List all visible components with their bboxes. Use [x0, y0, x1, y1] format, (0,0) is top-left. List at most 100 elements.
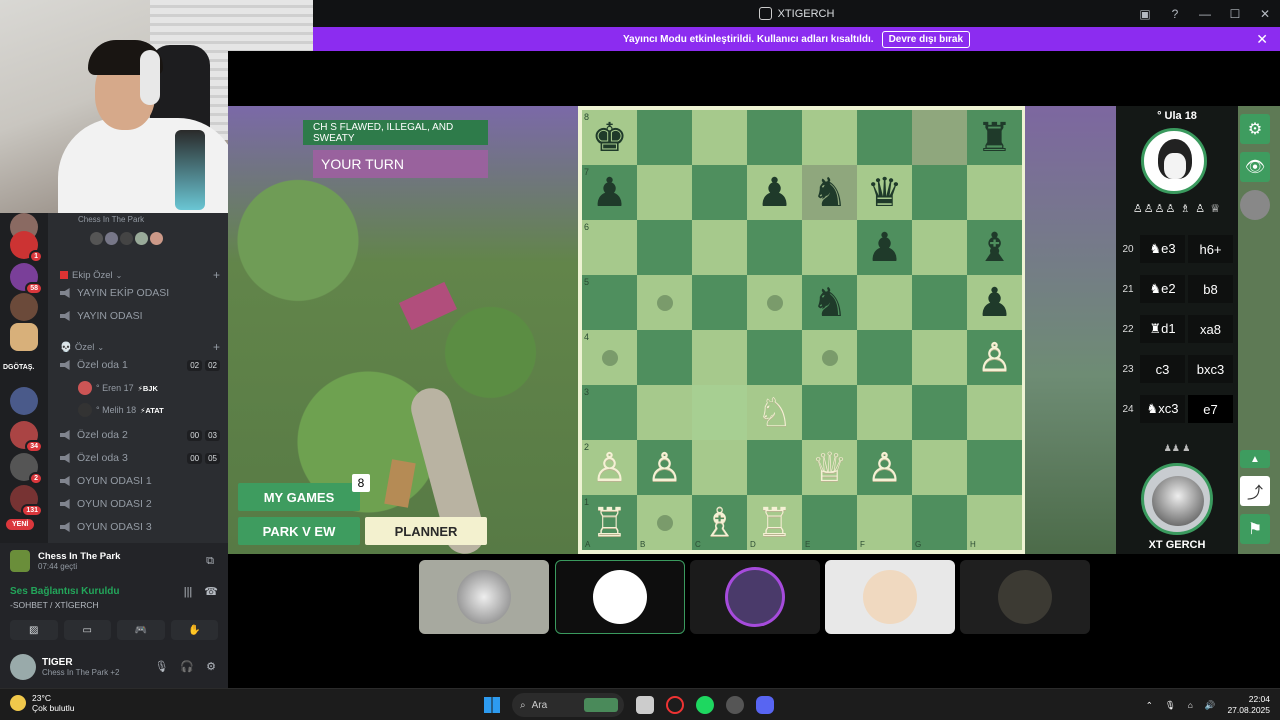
- square-a4[interactable]: 4: [582, 330, 637, 385]
- black-move[interactable]: h6+: [1188, 235, 1233, 263]
- square-b8[interactable]: [637, 110, 692, 165]
- close-button[interactable]: ✕: [1250, 7, 1280, 21]
- participant-tile[interactable]: [555, 560, 685, 634]
- server-icon[interactable]: 1: [10, 231, 43, 263]
- avatar[interactable]: [10, 653, 36, 680]
- square-c4[interactable]: [692, 330, 747, 385]
- legal-move-dot[interactable]: [656, 514, 673, 531]
- voice-user[interactable]: ° Eren 17 ⚡BJK: [78, 381, 158, 395]
- square-h4[interactable]: ♙: [967, 330, 1022, 385]
- task-view-icon[interactable]: [636, 696, 654, 714]
- windows-start-icon[interactable]: [484, 697, 500, 713]
- voice-channel[interactable]: OYUN ODASI 3: [60, 521, 220, 533]
- white-piece[interactable]: ♙: [967, 330, 1022, 385]
- white-piece[interactable]: ♗: [692, 495, 747, 550]
- square-a8[interactable]: 8 ♚: [582, 110, 637, 165]
- category-ozel[interactable]: 💀 Özel ⌄ +: [60, 340, 220, 354]
- add-channel-icon[interactable]: +: [213, 268, 220, 282]
- legal-move-dot[interactable]: [821, 349, 838, 366]
- server-icon[interactable]: 131: [10, 485, 43, 517]
- square-h2[interactable]: [967, 440, 1022, 495]
- square-c8[interactable]: [692, 110, 747, 165]
- server-icon[interactable]: 2: [10, 453, 43, 485]
- black-piece[interactable]: ♟: [967, 275, 1022, 330]
- black-piece[interactable]: ♚: [582, 110, 637, 165]
- square-d4[interactable]: [747, 330, 802, 385]
- square-a3[interactable]: 3: [582, 385, 637, 440]
- camera-off-button[interactable]: ▨: [10, 620, 58, 640]
- square-d2[interactable]: [747, 440, 802, 495]
- steam-icon[interactable]: [726, 696, 744, 714]
- maximize-button[interactable]: ☐: [1220, 7, 1250, 21]
- flag-icon[interactable]: ⚑: [1240, 514, 1270, 544]
- screen-share-button[interactable]: ▭: [63, 620, 111, 640]
- participant-tile[interactable]: [419, 560, 549, 634]
- square-e2[interactable]: ♕: [802, 440, 857, 495]
- white-piece[interactable]: ♙: [857, 440, 912, 495]
- activity-panel[interactable]: Chess In The Park 07:44 geçti ⧉: [0, 543, 228, 579]
- square-c5[interactable]: [692, 275, 747, 330]
- settings-icon[interactable]: ⚙: [206, 660, 216, 673]
- square-d6[interactable]: [747, 220, 802, 275]
- square-h1[interactable]: H: [967, 495, 1022, 550]
- square-e3[interactable]: [802, 385, 857, 440]
- white-piece[interactable]: ♙: [637, 440, 692, 495]
- square-f6[interactable]: ♟: [857, 220, 912, 275]
- add-channel-icon[interactable]: +: [213, 340, 220, 354]
- inbox-icon[interactable]: ▣: [1130, 7, 1160, 21]
- square-h8[interactable]: ♜: [967, 110, 1022, 165]
- square-g2[interactable]: [912, 440, 967, 495]
- square-b3[interactable]: [637, 385, 692, 440]
- square-h5[interactable]: ♟: [967, 275, 1022, 330]
- server-icon[interactable]: 58: [10, 263, 43, 295]
- square-g4[interactable]: [912, 330, 967, 385]
- participant-tile[interactable]: [960, 560, 1090, 634]
- square-f5[interactable]: [857, 275, 912, 330]
- square-g5[interactable]: [912, 275, 967, 330]
- disable-streamer-mode-button[interactable]: Devre dışı bırak: [881, 30, 971, 48]
- square-a1[interactable]: 1 A ♖: [582, 495, 637, 550]
- soundboard-button[interactable]: ✋: [170, 620, 218, 640]
- planner-button[interactable]: PLANNER: [365, 517, 487, 545]
- taskbar-search[interactable]: ⌕ Ara: [512, 693, 624, 717]
- square-b2[interactable]: ♙: [637, 440, 692, 495]
- square-f2[interactable]: ♙: [857, 440, 912, 495]
- square-e8[interactable]: [802, 110, 857, 165]
- voice-channel[interactable]: OYUN ODASI 1: [60, 475, 220, 487]
- square-g3[interactable]: [912, 385, 967, 440]
- legal-move-dot[interactable]: [766, 294, 783, 311]
- black-piece[interactable]: ♟: [747, 165, 802, 220]
- square-e7[interactable]: ♞: [802, 165, 857, 220]
- square-f4[interactable]: [857, 330, 912, 385]
- participant-tile[interactable]: [825, 560, 955, 634]
- voice-user[interactable]: ° Melih 18 ⚡ATAT: [78, 403, 164, 417]
- square-f3[interactable]: [857, 385, 912, 440]
- white-piece[interactable]: ♕: [802, 440, 857, 495]
- square-c3[interactable]: [692, 385, 747, 440]
- voice-channel[interactable]: Özel oda 2 00 03: [60, 429, 220, 441]
- square-a2[interactable]: 2 ♙: [582, 440, 637, 495]
- popout-icon[interactable]: ⧉: [206, 555, 214, 568]
- legal-move-dot[interactable]: [656, 294, 673, 311]
- square-e6[interactable]: [802, 220, 857, 275]
- square-g6[interactable]: [912, 220, 967, 275]
- square-b4[interactable]: [637, 330, 692, 385]
- white-move[interactable]: c3: [1140, 355, 1185, 383]
- activity-button[interactable]: 🎮: [117, 620, 165, 640]
- square-g1[interactable]: G: [912, 495, 967, 550]
- voice-channel[interactable]: YAYIN EKİP ODASI: [60, 287, 220, 299]
- voice-channel[interactable]: Özel oda 3 00 05: [60, 452, 220, 464]
- black-piece[interactable]: ♛: [857, 165, 912, 220]
- square-c7[interactable]: [692, 165, 747, 220]
- white-move[interactable]: ♜d1: [1140, 315, 1185, 343]
- black-piece[interactable]: ♝: [967, 220, 1022, 275]
- white-move[interactable]: ♞e3: [1140, 235, 1185, 263]
- square-b1[interactable]: B: [637, 495, 692, 550]
- spotify-icon[interactable]: [696, 696, 714, 714]
- black-move[interactable]: e7: [1188, 395, 1233, 423]
- square-d5[interactable]: [747, 275, 802, 330]
- soundboard-icon[interactable]: |||: [184, 586, 193, 598]
- black-move[interactable]: bxc3: [1188, 355, 1233, 383]
- headphones-icon[interactable]: 🎧: [180, 660, 194, 673]
- square-b5[interactable]: [637, 275, 692, 330]
